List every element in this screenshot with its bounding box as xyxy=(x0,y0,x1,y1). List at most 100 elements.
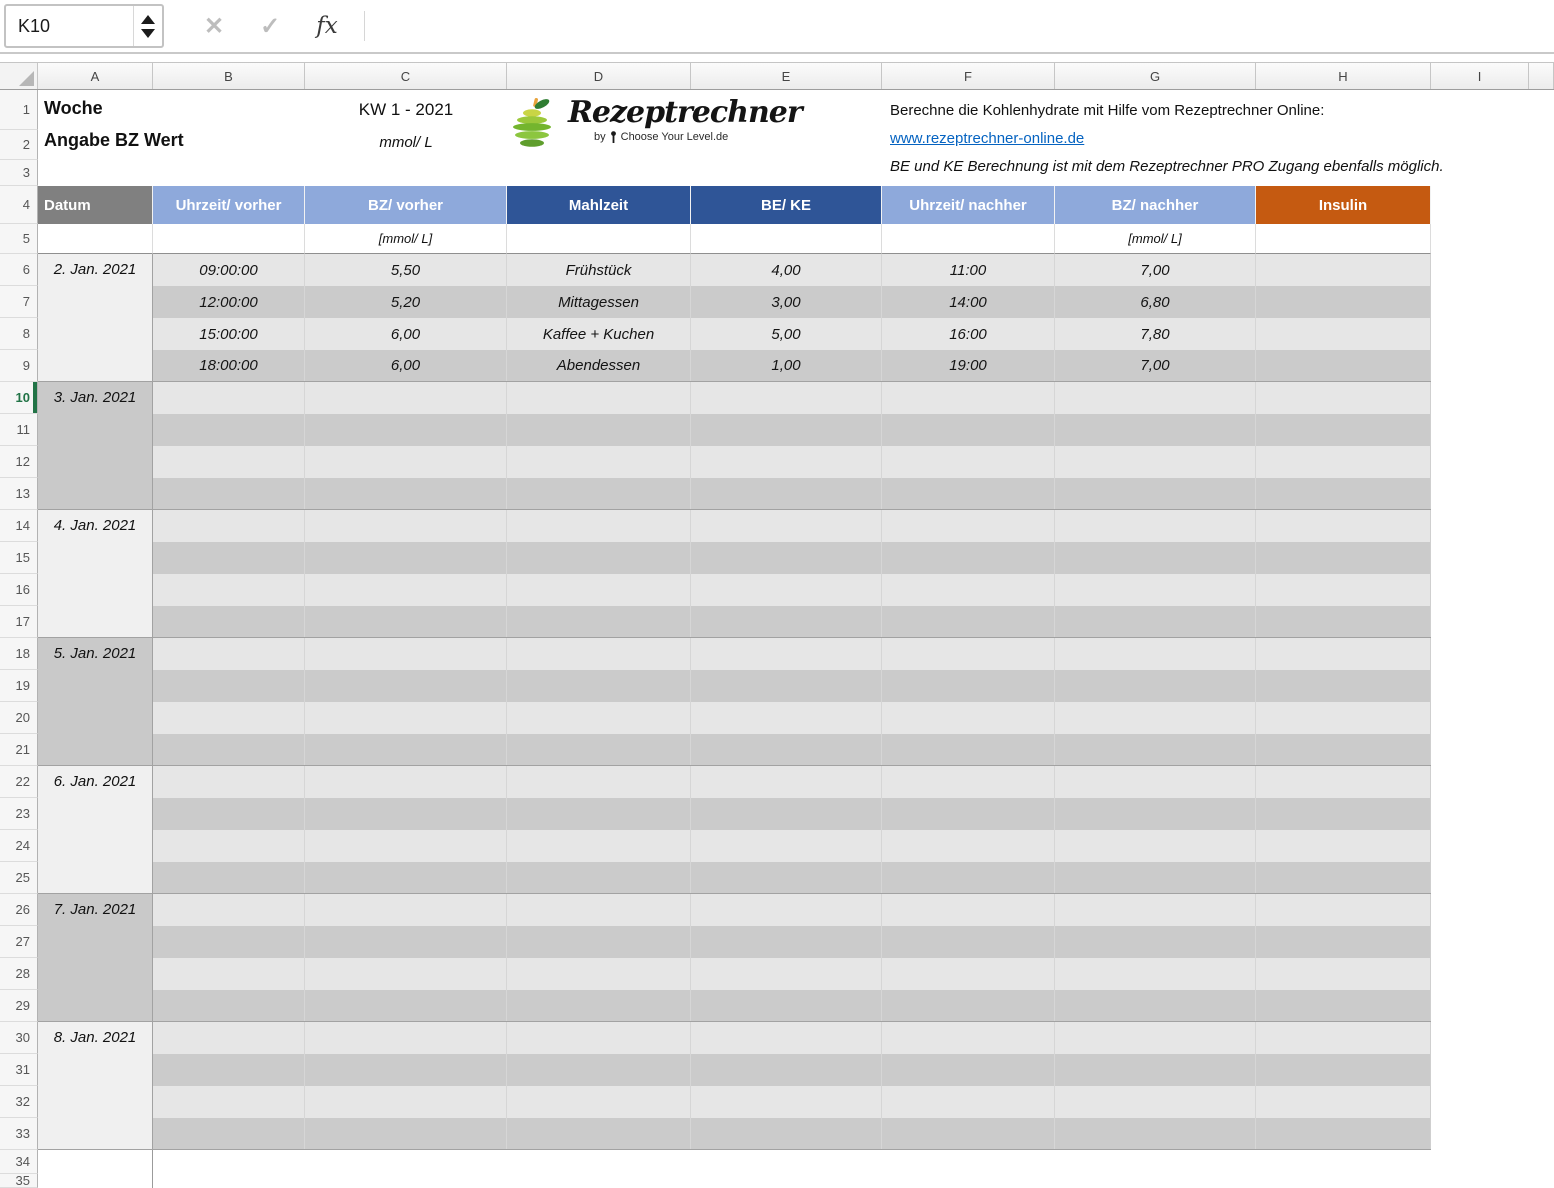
row-header-15[interactable]: 15 xyxy=(0,542,38,574)
cell[interactable] xyxy=(1055,414,1256,446)
cell[interactable] xyxy=(305,766,507,798)
header-cell-5[interactable]: Uhrzeit/ nachher xyxy=(882,186,1055,224)
row-header-33[interactable]: 33 xyxy=(0,1118,38,1150)
cell[interactable] xyxy=(691,638,882,670)
cell[interactable] xyxy=(691,926,882,958)
cell[interactable] xyxy=(1055,734,1256,765)
cell[interactable] xyxy=(1256,478,1431,509)
cell[interactable] xyxy=(507,1118,691,1149)
cell[interactable] xyxy=(1256,862,1431,893)
cell[interactable] xyxy=(691,606,882,637)
row-header-12[interactable]: 12 xyxy=(0,446,38,478)
row-header-21[interactable]: 21 xyxy=(0,734,38,766)
row-header-2[interactable]: 2 xyxy=(0,130,38,160)
row-header-34[interactable]: 34 xyxy=(0,1150,38,1174)
cell-title-woche[interactable]: Woche xyxy=(44,98,103,119)
cell[interactable] xyxy=(507,606,691,637)
cell[interactable] xyxy=(691,382,882,414)
row-header-19[interactable]: 19 xyxy=(0,670,38,702)
cell[interactable]: 11:00 xyxy=(882,254,1055,286)
row-header-27[interactable]: 27 xyxy=(0,926,38,958)
cell[interactable] xyxy=(1256,670,1431,702)
cell[interactable] xyxy=(153,510,305,542)
header-cell-1[interactable]: Uhrzeit/ vorher xyxy=(153,186,305,224)
cell[interactable] xyxy=(305,862,507,893)
cell[interactable] xyxy=(153,1118,305,1149)
cell[interactable] xyxy=(507,542,691,574)
column-header-A[interactable]: A xyxy=(38,63,153,89)
header-cell-3[interactable]: Mahlzeit xyxy=(507,186,691,224)
cell[interactable] xyxy=(882,670,1055,702)
cell[interactable]: 5,20 xyxy=(305,286,507,318)
cell[interactable] xyxy=(153,638,305,670)
cell[interactable] xyxy=(691,734,882,765)
cell[interactable] xyxy=(691,510,882,542)
cell[interactable] xyxy=(305,926,507,958)
cell[interactable] xyxy=(153,574,305,606)
insert-function-icon[interactable]: fx xyxy=(316,13,337,39)
cell[interactable] xyxy=(305,670,507,702)
header-cell-6[interactable]: BZ/ nachher xyxy=(1055,186,1256,224)
cell[interactable]: 5,50 xyxy=(305,254,507,286)
cell[interactable] xyxy=(882,1086,1055,1118)
cell[interactable] xyxy=(507,510,691,542)
cell-week-label[interactable]: KW 1 - 2021 xyxy=(305,100,507,120)
cell[interactable]: 4,00 xyxy=(691,254,882,286)
cell-date[interactable]: 7. Jan. 2021 xyxy=(38,894,153,1022)
row-header-14[interactable]: 14 xyxy=(0,510,38,542)
cell[interactable] xyxy=(507,702,691,734)
cell-date[interactable]: 5. Jan. 2021 xyxy=(38,638,153,766)
cell[interactable] xyxy=(882,574,1055,606)
cell[interactable] xyxy=(882,1022,1055,1054)
cell[interactable] xyxy=(691,862,882,893)
cell[interactable] xyxy=(1055,1086,1256,1118)
cell[interactable]: 6,80 xyxy=(1055,286,1256,318)
cell[interactable] xyxy=(882,862,1055,893)
cell[interactable] xyxy=(882,1054,1055,1086)
row-header-13[interactable]: 13 xyxy=(0,478,38,510)
row-header-18[interactable]: 18 xyxy=(0,638,38,670)
column-header-F[interactable]: F xyxy=(882,63,1055,89)
cell-date[interactable]: 8. Jan. 2021 xyxy=(38,1022,153,1150)
cell[interactable] xyxy=(882,734,1055,765)
subheader-cell-7[interactable] xyxy=(1256,224,1431,254)
cell-date[interactable]: 4. Jan. 2021 xyxy=(38,510,153,638)
cell[interactable] xyxy=(305,958,507,990)
cell-unit-label[interactable]: mmol/ L xyxy=(305,134,507,151)
cell[interactable] xyxy=(153,990,305,1021)
cell[interactable] xyxy=(507,862,691,893)
subheader-cell-0[interactable] xyxy=(38,224,153,254)
cell[interactable] xyxy=(1256,574,1431,606)
cell[interactable] xyxy=(507,1022,691,1054)
cell[interactable] xyxy=(691,798,882,830)
cell[interactable] xyxy=(507,1086,691,1118)
cell[interactable] xyxy=(153,670,305,702)
row-header-28[interactable]: 28 xyxy=(0,958,38,990)
cell[interactable] xyxy=(507,638,691,670)
cell[interactable] xyxy=(153,702,305,734)
cell[interactable] xyxy=(153,1022,305,1054)
cell[interactable] xyxy=(153,542,305,574)
cell[interactable] xyxy=(507,574,691,606)
column-header-C[interactable]: C xyxy=(305,63,507,89)
cell[interactable] xyxy=(1055,574,1256,606)
row-header-24[interactable]: 24 xyxy=(0,830,38,862)
cell[interactable] xyxy=(1256,510,1431,542)
cell[interactable] xyxy=(1256,542,1431,574)
cell[interactable] xyxy=(153,958,305,990)
cell[interactable]: 5,00 xyxy=(691,318,882,350)
cell[interactable] xyxy=(882,510,1055,542)
name-box-spinner[interactable] xyxy=(134,6,162,46)
spinner-down-icon[interactable] xyxy=(141,29,155,38)
cell[interactable] xyxy=(153,1054,305,1086)
row-header-32[interactable]: 32 xyxy=(0,1086,38,1118)
cell[interactable] xyxy=(153,446,305,478)
cell[interactable] xyxy=(305,638,507,670)
cell[interactable] xyxy=(1055,958,1256,990)
row-header-3[interactable]: 3 xyxy=(0,160,38,186)
cell[interactable] xyxy=(305,606,507,637)
row-header-11[interactable]: 11 xyxy=(0,414,38,446)
cell[interactable] xyxy=(305,1054,507,1086)
cell[interactable] xyxy=(882,958,1055,990)
header-cell-2[interactable]: BZ/ vorher xyxy=(305,186,507,224)
